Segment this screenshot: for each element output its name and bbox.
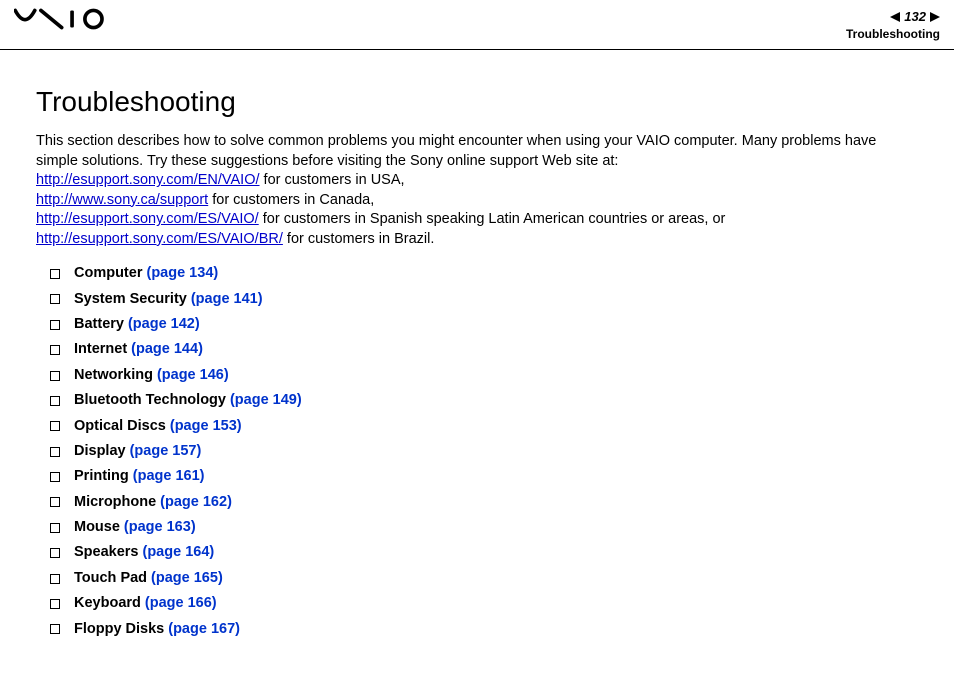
toc-item[interactable]: Keyboard (page 166) <box>50 591 918 616</box>
page-number: 132 <box>904 8 926 26</box>
bullet-icon <box>50 320 60 330</box>
support-link-brazil[interactable]: http://esupport.sony.com/ES/VAIO/BR/ <box>36 231 283 247</box>
toc-page-ref[interactable]: (page 165) <box>151 566 223 591</box>
page-title: Troubleshooting <box>36 86 918 118</box>
bullet-icon <box>50 523 60 533</box>
toc-label: Bluetooth Technology <box>74 388 226 413</box>
vaio-logo <box>14 8 124 30</box>
intro-suffix-usa: for customers in USA, <box>260 172 405 188</box>
toc-item[interactable]: System Security (page 141) <box>50 287 918 312</box>
bullet-icon <box>50 269 60 279</box>
section-label: Troubleshooting <box>846 26 940 43</box>
toc-label: Optical Discs <box>74 414 166 439</box>
toc-page-ref[interactable]: (page 164) <box>143 540 215 565</box>
toc-label: System Security <box>74 287 187 312</box>
toc-item[interactable]: Optical Discs (page 153) <box>50 414 918 439</box>
toc-label: Mouse <box>74 515 120 540</box>
support-link-latam[interactable]: http://esupport.sony.com/ES/VAIO/ <box>36 211 259 227</box>
toc-label: Touch Pad <box>74 566 147 591</box>
bullet-icon <box>50 472 60 482</box>
toc-page-ref[interactable]: (page 153) <box>170 414 242 439</box>
toc-item[interactable]: Mouse (page 163) <box>50 515 918 540</box>
intro-suffix-canada: for customers in Canada, <box>208 192 374 208</box>
toc-label: Speakers <box>74 540 139 565</box>
toc-label: Networking <box>74 363 153 388</box>
toc-item[interactable]: Internet (page 144) <box>50 337 918 362</box>
toc-label: Floppy Disks <box>74 617 164 642</box>
support-link-canada[interactable]: http://www.sony.ca/support <box>36 192 208 208</box>
toc-page-ref[interactable]: (page 163) <box>124 515 196 540</box>
intro-paragraph: This section describes how to solve comm… <box>36 132 918 249</box>
intro-suffix-latam: for customers in Spanish speaking Latin … <box>259 211 726 227</box>
toc-page-ref[interactable]: (page 144) <box>131 337 203 362</box>
bullet-icon <box>50 599 60 609</box>
toc-item[interactable]: Display (page 157) <box>50 439 918 464</box>
bullet-icon <box>50 548 60 558</box>
toc-page-ref[interactable]: (page 146) <box>157 363 229 388</box>
toc-label: Battery <box>74 312 124 337</box>
toc-label: Keyboard <box>74 591 141 616</box>
toc-item[interactable]: Floppy Disks (page 167) <box>50 617 918 642</box>
toc-page-ref[interactable]: (page 157) <box>130 439 202 464</box>
toc-label: Internet <box>74 337 127 362</box>
toc-label: Computer <box>74 261 142 286</box>
toc-item[interactable]: Battery (page 142) <box>50 312 918 337</box>
bullet-icon <box>50 396 60 406</box>
toc-page-ref[interactable]: (page 166) <box>145 591 217 616</box>
toc-item[interactable]: Printing (page 161) <box>50 464 918 489</box>
prev-page-icon[interactable] <box>890 12 900 22</box>
bullet-icon <box>50 345 60 355</box>
toc-item[interactable]: Microphone (page 162) <box>50 490 918 515</box>
toc-label: Microphone <box>74 490 156 515</box>
toc-page-ref[interactable]: (page 142) <box>128 312 200 337</box>
toc-item[interactable]: Touch Pad (page 165) <box>50 566 918 591</box>
bullet-icon <box>50 497 60 507</box>
bullet-icon <box>50 574 60 584</box>
toc-item[interactable]: Speakers (page 164) <box>50 540 918 565</box>
toc-page-ref[interactable]: (page 134) <box>146 261 218 286</box>
bullet-icon <box>50 294 60 304</box>
toc-page-ref[interactable]: (page 149) <box>230 388 302 413</box>
bullet-icon <box>50 371 60 381</box>
toc-list: Computer (page 134) System Security (pag… <box>36 261 918 642</box>
toc-item[interactable]: Networking (page 146) <box>50 363 918 388</box>
page-nav: 132 <box>846 8 940 26</box>
bullet-icon <box>50 624 60 634</box>
toc-item[interactable]: Bluetooth Technology (page 149) <box>50 388 918 413</box>
toc-item[interactable]: Computer (page 134) <box>50 261 918 286</box>
bullet-icon <box>50 421 60 431</box>
bullet-icon <box>50 447 60 457</box>
toc-page-ref[interactable]: (page 162) <box>160 490 232 515</box>
toc-page-ref[interactable]: (page 141) <box>191 287 263 312</box>
intro-suffix-brazil: for customers in Brazil. <box>283 231 435 247</box>
intro-text: This section describes how to solve comm… <box>36 133 876 169</box>
next-page-icon[interactable] <box>930 12 940 22</box>
toc-label: Printing <box>74 464 129 489</box>
toc-page-ref[interactable]: (page 167) <box>168 617 240 642</box>
header-right: 132 Troubleshooting <box>846 8 940 43</box>
page-header: 132 Troubleshooting <box>0 0 954 50</box>
page-content: Troubleshooting This section describes h… <box>0 50 954 642</box>
toc-label: Display <box>74 439 126 464</box>
support-link-usa[interactable]: http://esupport.sony.com/EN/VAIO/ <box>36 172 260 188</box>
toc-page-ref[interactable]: (page 161) <box>133 464 205 489</box>
